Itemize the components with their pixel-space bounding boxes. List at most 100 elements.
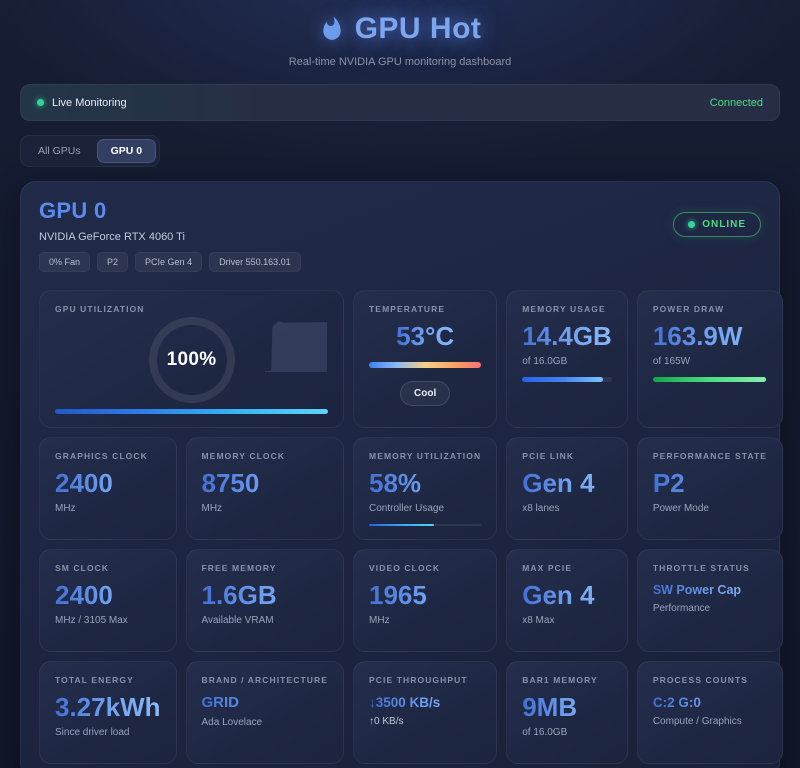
card-power-draw: POWER DRAW 163.9W of 165W xyxy=(637,290,783,428)
app-header: GPU Hot Real-time NVIDIA GPU monitoring … xyxy=(20,8,780,68)
card-pcie-link: PCIE LINK Gen 4 x8 lanes xyxy=(506,437,628,540)
card-label: FREE MEMORY xyxy=(202,563,329,573)
metric-grid: GPU UTILIZATION 100% TEMPERATURE 53°C Co… xyxy=(39,290,761,764)
pcie-link-sub: x8 lanes xyxy=(522,503,612,514)
card-label: BRAND / ARCHITECTURE xyxy=(202,675,329,685)
gpu-panel-title: GPU 0 xyxy=(39,198,301,224)
memory-utilization-fill xyxy=(369,524,434,526)
gpu-name: NVIDIA GeForce RTX 4060 Ti xyxy=(39,231,301,243)
card-memory-utilization: MEMORY UTILIZATION 58% Controller Usage xyxy=(353,437,497,540)
pcie-gen-badge: PCIe Gen 4 xyxy=(135,252,202,272)
bar1-memory-value: 9MB xyxy=(522,694,612,721)
dashboard-page: GPU Hot Real-time NVIDIA GPU monitoring … xyxy=(0,0,800,768)
card-label: MEMORY USAGE xyxy=(522,304,612,314)
memory-clock-sub: MHz xyxy=(202,503,329,514)
card-brand-architecture: BRAND / ARCHITECTURE GRID Ada Lovelace xyxy=(186,661,345,764)
card-label: MAX PCIE xyxy=(522,563,612,573)
tab-all-gpus[interactable]: All GPUs xyxy=(24,139,95,163)
utilization-value: 100% xyxy=(167,349,217,371)
card-performance-state: PERFORMANCE STATE P2 Power Mode xyxy=(637,437,783,540)
card-max-pcie: MAX PCIE Gen 4 x8 Max xyxy=(506,549,628,652)
memory-usage-fill xyxy=(522,377,603,382)
card-process-counts: PROCESS COUNTS C:2 G:0 Compute / Graphic… xyxy=(637,661,783,764)
card-label: PROCESS COUNTS xyxy=(653,675,767,685)
process-counts-value: C:2 G:0 xyxy=(653,696,767,710)
gpu-tabs: All GPUs GPU 0 xyxy=(20,135,160,167)
utilization-bar xyxy=(55,409,328,414)
brand-value: GRID xyxy=(202,695,329,711)
fan-badge: 0% Fan xyxy=(39,252,90,272)
card-throttle-status: THROTTLE STATUS SW Power Cap Performance xyxy=(637,549,783,652)
live-monitoring-bar: Live Monitoring Connected xyxy=(20,84,780,121)
total-energy-value: 3.27kWh xyxy=(55,694,161,721)
memory-utilization-track xyxy=(369,524,481,526)
graphics-clock-value: 2400 xyxy=(55,470,161,497)
power-draw-track xyxy=(653,377,767,382)
memory-usage-value: 14.4GB xyxy=(522,323,612,350)
card-label: GRAPHICS CLOCK xyxy=(55,451,161,461)
power-draw-sub: of 165W xyxy=(653,356,767,367)
card-graphics-clock: GRAPHICS CLOCK 2400 MHz xyxy=(39,437,177,540)
card-label: SM CLOCK xyxy=(55,563,161,573)
pcie-tx-value: ↑0 KB/s xyxy=(369,716,481,727)
app-title: GPU Hot xyxy=(355,12,482,46)
bar1-memory-sub: of 16.0GB xyxy=(522,727,612,738)
video-clock-sub: MHz xyxy=(369,615,481,626)
power-draw-value: 163.9W xyxy=(653,323,767,350)
gpu-panel: GPU 0 NVIDIA GeForce RTX 4060 Ti 0% Fan … xyxy=(20,181,780,768)
pcie-link-value: Gen 4 xyxy=(522,470,612,497)
card-label: TEMPERATURE xyxy=(369,304,445,314)
card-memory-clock: MEMORY CLOCK 8750 MHz xyxy=(186,437,345,540)
memory-usage-track xyxy=(522,377,612,382)
sm-clock-value: 2400 xyxy=(55,582,161,609)
pstate-badge: P2 xyxy=(97,252,128,272)
card-pcie-throughput: PCIE THROUGHPUT ↓3500 KB/s ↑0 KB/s xyxy=(353,661,497,764)
flame-icon xyxy=(319,14,345,44)
card-video-clock: VIDEO CLOCK 1965 MHz xyxy=(353,549,497,652)
card-total-energy: TOTAL ENERGY 3.27kWh Since driver load xyxy=(39,661,177,764)
card-label: POWER DRAW xyxy=(653,304,767,314)
live-monitoring-label: Live Monitoring xyxy=(52,97,127,109)
card-label: GPU UTILIZATION xyxy=(55,304,328,314)
card-bar1-memory: BAR1 MEMORY 9MB of 16.0GB xyxy=(506,661,628,764)
power-draw-fill xyxy=(653,377,766,382)
card-label: VIDEO CLOCK xyxy=(369,563,481,573)
architecture-sub: Ada Lovelace xyxy=(202,717,329,728)
temperature-value: 53°C xyxy=(396,323,454,350)
free-memory-value: 1.6GB xyxy=(202,582,329,609)
throttle-status-value: SW Power Cap xyxy=(653,584,767,597)
graphics-clock-sub: MHz xyxy=(55,503,161,514)
card-temperature: TEMPERATURE 53°C Cool xyxy=(353,290,497,428)
card-free-memory: FREE MEMORY 1.6GB Available VRAM xyxy=(186,549,345,652)
live-status-dot xyxy=(37,99,44,106)
utilization-ring-gauge: 100% xyxy=(149,317,235,403)
throttle-status-sub: Performance xyxy=(653,603,767,614)
online-status-label: ONLINE xyxy=(702,219,746,230)
card-label: TOTAL ENERGY xyxy=(55,675,161,685)
max-pcie-value: Gen 4 xyxy=(522,582,612,609)
card-label: MEMORY UTILIZATION xyxy=(369,451,481,461)
max-pcie-sub: x8 Max xyxy=(522,615,612,626)
video-clock-value: 1965 xyxy=(369,582,481,609)
card-memory-usage: MEMORY USAGE 14.4GB of 16.0GB xyxy=(506,290,628,428)
temperature-gradient-bar xyxy=(369,362,481,368)
process-counts-sub: Compute / Graphics xyxy=(653,716,767,727)
card-label: BAR1 MEMORY xyxy=(522,675,612,685)
memory-usage-sub: of 16.0GB xyxy=(522,356,612,367)
memory-utilization-sub: Controller Usage xyxy=(369,503,481,514)
tab-gpu-0[interactable]: GPU 0 xyxy=(97,139,157,163)
connection-status: Connected xyxy=(710,97,763,109)
card-label: PCIE LINK xyxy=(522,451,612,461)
online-status-dot xyxy=(688,221,695,228)
sm-clock-sub: MHz / 3105 Max xyxy=(55,615,161,626)
online-status-badge: ONLINE xyxy=(673,212,761,237)
memory-clock-value: 8750 xyxy=(202,470,329,497)
app-subtitle: Real-time NVIDIA GPU monitoring dashboar… xyxy=(20,56,780,68)
performance-state-sub: Power Mode xyxy=(653,503,767,514)
card-sm-clock: SM CLOCK 2400 MHz / 3105 Max xyxy=(39,549,177,652)
free-memory-sub: Available VRAM xyxy=(202,615,329,626)
driver-badge: Driver 550.163.01 xyxy=(209,252,301,272)
card-label: THROTTLE STATUS xyxy=(653,563,767,573)
pcie-rx-value: ↓3500 KB/s xyxy=(369,696,481,710)
card-label: PERFORMANCE STATE xyxy=(653,451,767,461)
